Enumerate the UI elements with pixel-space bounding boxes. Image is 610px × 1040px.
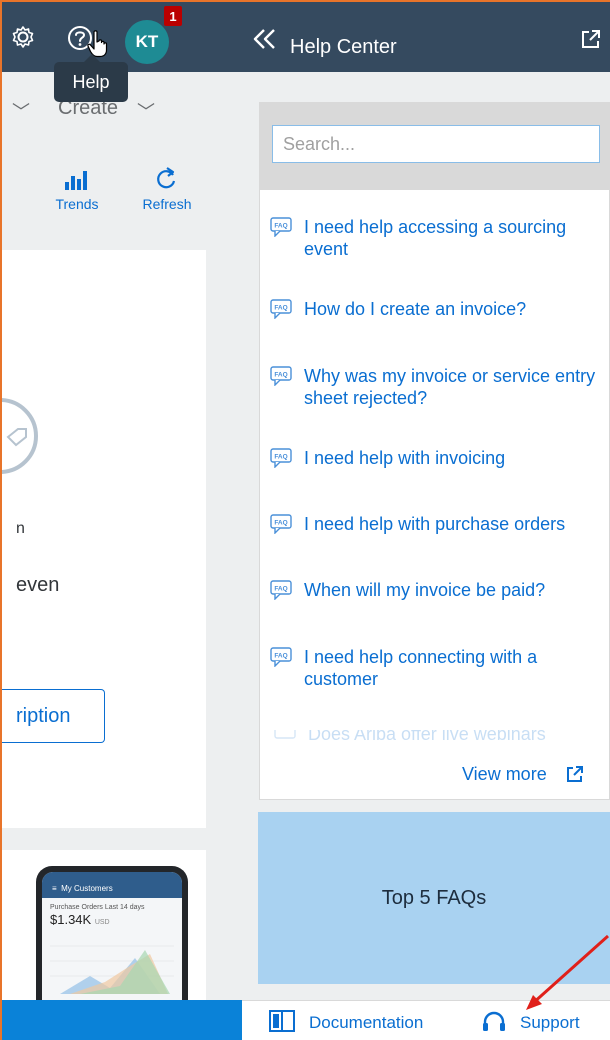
gear-icon[interactable] [10,24,36,50]
faq-item[interactable]: FAQ How do I create an invoice? [270,298,606,320]
headset-icon[interactable] [480,1009,508,1035]
app-toolbar [2,152,242,250]
app-footer-bar [2,1000,242,1040]
subscription-button-label: ription [16,704,71,727]
faq-item-label: I need help with purchase orders [304,514,566,534]
faq-item-label: Does Ariba offer live webinars [308,730,546,744]
help-center-title: Help Center [290,36,397,58]
card-text-even: even [16,574,60,596]
svg-text:FAQ: FAQ [274,653,287,660]
help-tooltip: Help [54,54,128,102]
faq-item-label: Why was my invoice or service entry shee… [304,366,596,408]
faq-item[interactable]: FAQ I need help accessing a sourcing even… [270,216,606,260]
phone-mockup-image: ≡ My Customers Purchase Orders Last 14 d… [36,866,188,1002]
notification-badge[interactable]: 1 [164,6,182,26]
phone-app-bar: ≡ My Customers [42,872,182,898]
faq-item-label: I need help connecting with a customer [304,647,538,689]
help-center-header: Help Center [242,0,610,72]
svg-text:FAQ: FAQ [274,454,287,461]
trends-button[interactable]: Trends [46,168,108,212]
faq-item-label: How do I create an invoice? [304,299,527,319]
svg-text:FAQ: FAQ [274,223,287,230]
faq-item[interactable]: FAQ I need help with invoicing [270,447,606,469]
search-input[interactable] [272,125,600,163]
svg-text:FAQ: FAQ [274,372,287,379]
faq-item-label: When will my invoice be paid? [304,580,546,600]
popout-icon[interactable] [580,28,602,50]
book-icon[interactable] [268,1008,296,1034]
faq-icon: FAQ [270,580,292,600]
svg-text:FAQ: FAQ [274,305,287,312]
faq-icon: FAQ [270,299,292,319]
phone-area-chart [50,945,174,994]
subscription-button[interactable]: ription [2,689,105,743]
svg-text:FAQ: FAQ [274,586,287,593]
faq-item-partial[interactable]: Does Ariba offer live webinars [260,730,608,744]
chevron-down-icon[interactable]: ﹀ [12,98,30,124]
phone-screen: ≡ My Customers Purchase Orders Last 14 d… [42,872,182,1002]
avatar-initials: KT [135,32,159,51]
phone-amount-currency: USD [94,919,110,926]
card-text-fragment: n [16,520,25,537]
faq-item-label: I need help accessing a sourcing event [304,217,567,259]
phone-amount-value: $1.34K [50,912,92,927]
refresh-button[interactable]: Refresh [134,166,200,212]
top-5-faqs-label: Top 5 FAQs [381,886,487,909]
phone-menu-icon: ≡ [52,883,62,893]
app-panel: KT 1 Help ﹀ Create ﹀ Trends Refresh n ev… [0,0,242,1040]
user-avatar[interactable]: KT [125,20,169,64]
tag-icon [6,428,27,447]
faq-item[interactable]: FAQ Why was my invoice or service entry s… [270,365,606,409]
external-link-icon[interactable] [565,764,585,784]
faq-item[interactable]: FAQ I need help with purchase orders [270,513,606,535]
faq-item-label: I need help with invoicing [304,448,506,468]
faq-icon: FAQ [270,448,292,468]
documentation-link[interactable]: Documentation [309,1013,423,1033]
view-more-link[interactable]: View more [462,764,547,785]
phone-amount: $1.34K USD [42,911,182,928]
faq-icon: FAQ [270,366,292,386]
support-link[interactable]: Support [520,1013,580,1033]
faq-icon: FAQ [270,217,292,237]
faq-item[interactable]: FAQ I need help connecting with a custome… [270,646,606,690]
phone-header-text: My Customers [61,883,113,893]
faq-item[interactable]: FAQ When will my invoice be paid? [270,579,606,601]
faq-icon: FAQ [270,647,292,667]
refresh-icon [157,167,176,189]
faq-icon [274,730,296,739]
faq-icon: FAQ [270,514,292,534]
phone-subtitle: Purchase Orders Last 14 days [50,904,145,911]
collapse-panel-icon[interactable] [250,26,278,52]
svg-text:FAQ: FAQ [274,520,287,527]
annotation-arrow [526,934,610,1010]
refresh-label: Refresh [142,196,192,212]
trends-label: Trends [55,196,99,212]
chevron-down-icon[interactable]: ﹀ [137,98,155,124]
bar-chart-icon [65,171,87,190]
